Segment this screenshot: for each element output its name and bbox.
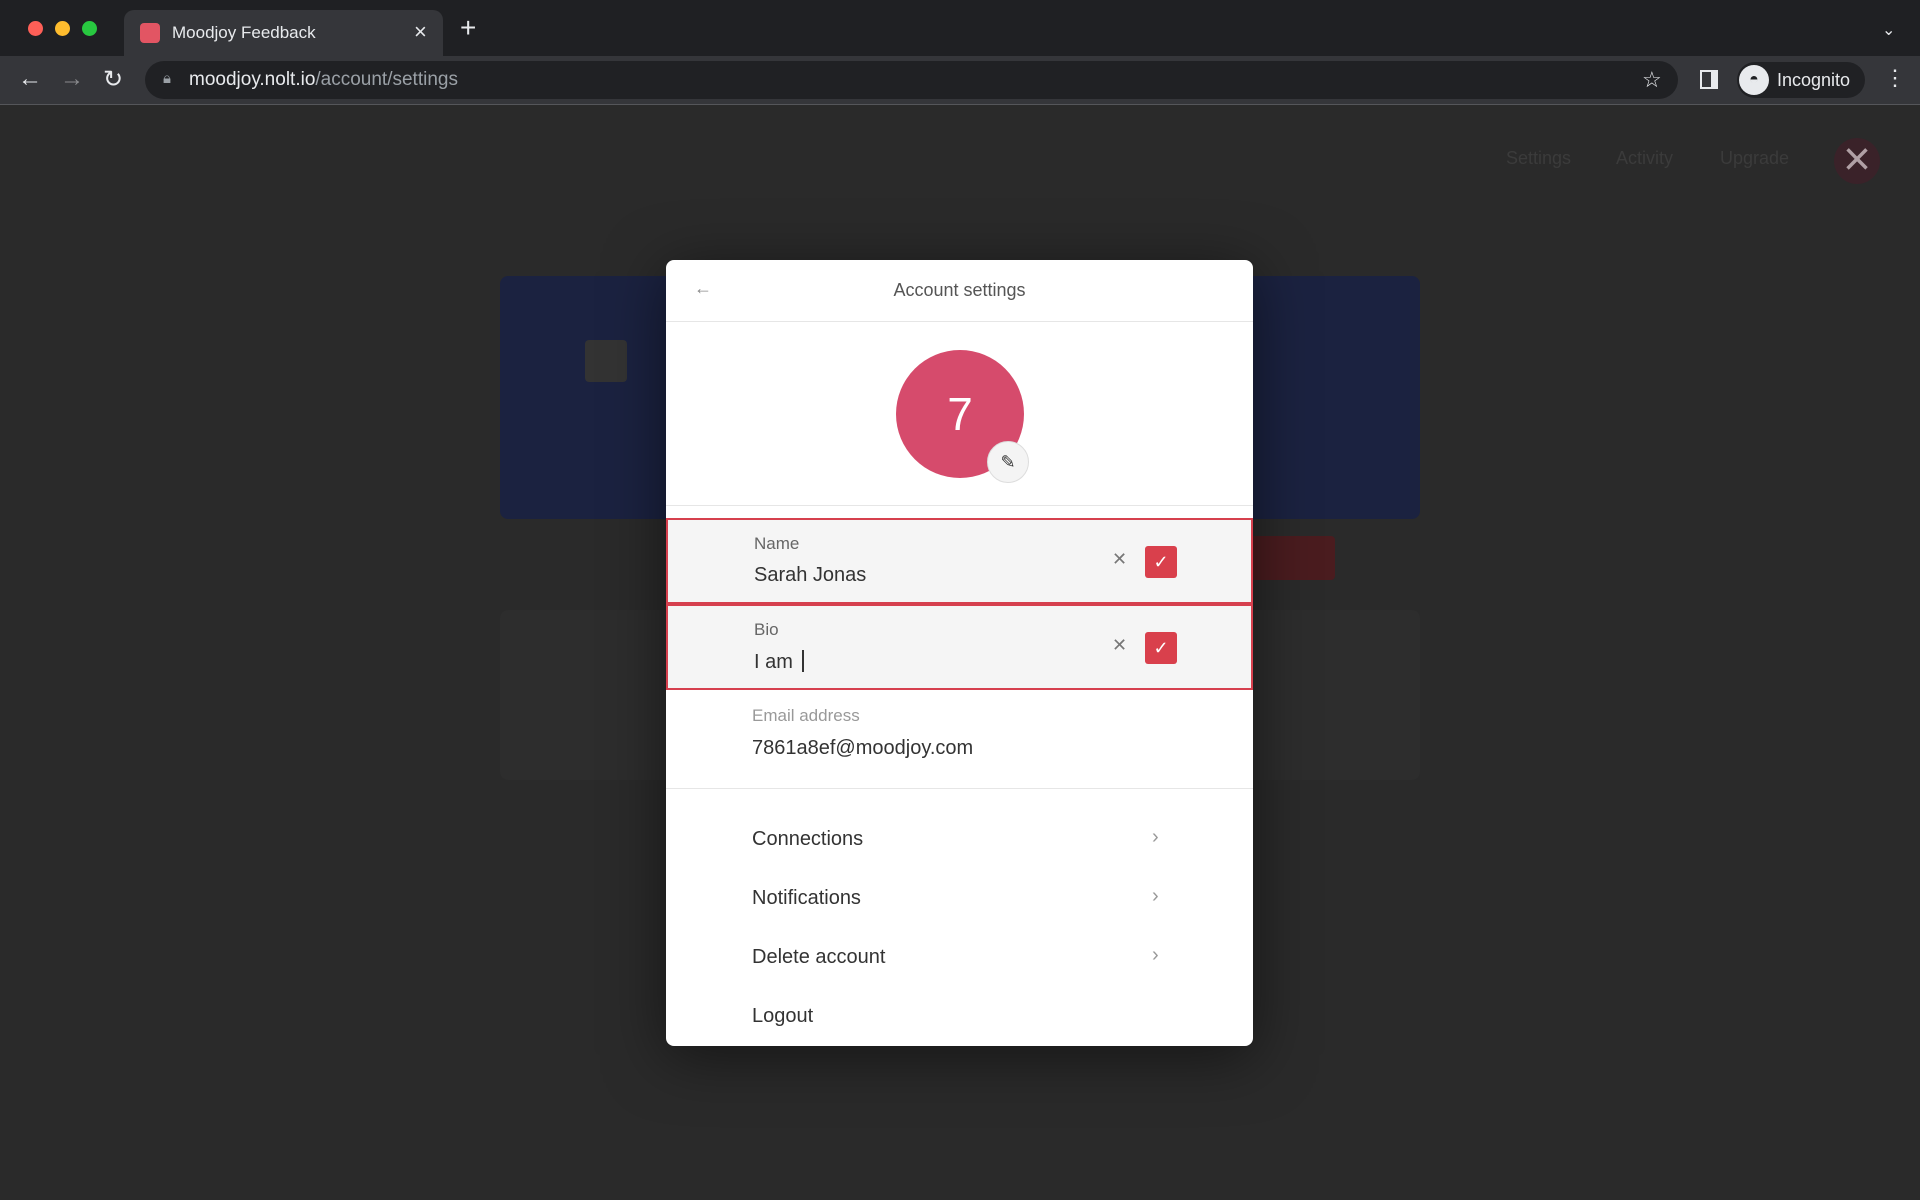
bio-clear-icon[interactable]: ✕ (1112, 635, 1127, 656)
text-caret (802, 650, 804, 672)
tab-title: Moodjoy Feedback (172, 23, 316, 42)
tab-bar: Moodjoy Feedback × + ⌄ (0, 0, 1920, 56)
menu-item-delete-account[interactable]: Delete account › (666, 932, 1253, 982)
reload-icon[interactable]: ↻ (103, 65, 123, 94)
menu-item-label: Delete account (752, 946, 886, 968)
menu-item-notifications[interactable]: Notifications › (666, 873, 1253, 923)
board-logo (585, 340, 627, 382)
url-domain: moodjoy.nolt.io (189, 69, 316, 90)
bio-input-wrap[interactable]: I am (754, 650, 804, 674)
chevron-right-icon: › (1152, 944, 1159, 966)
menu-item-label: Connections (752, 828, 864, 850)
modal-header: ← Account settings (666, 260, 1253, 322)
menu-item-label: Logout (752, 1005, 814, 1027)
email-value: 7861a8ef@moodjoy.com (752, 737, 974, 759)
forward-icon[interactable]: → (60, 65, 84, 93)
nav-upgrade[interactable]: Upgrade (1720, 148, 1789, 169)
side-panel-icon[interactable] (1700, 70, 1718, 89)
browser-tab[interactable]: Moodjoy Feedback × (124, 10, 443, 56)
tab-close-icon[interactable]: × (414, 19, 427, 45)
minimize-window-button[interactable] (55, 21, 70, 36)
bio-field[interactable]: Bio I am ✕ ✓ (666, 604, 1253, 690)
incognito-profile-button[interactable]: ◓ Incognito (1737, 62, 1865, 98)
name-save-check-icon[interactable]: ✓ (1145, 546, 1177, 578)
email-label: Email address (752, 706, 860, 725)
bio-input[interactable]: I am (754, 651, 798, 673)
name-input[interactable]: Sarah Jonas (754, 564, 866, 587)
lock-icon: 🔒︎ (163, 70, 171, 87)
address-bar[interactable]: 🔒︎ moodjoy.nolt.io/account/settings ☆ (145, 61, 1678, 99)
menu-item-logout[interactable]: Logout (666, 991, 1253, 1041)
account-settings-modal: ← Account settings 7 ✎ Name Sarah Jonas … (666, 260, 1253, 1046)
divider (666, 788, 1253, 789)
incognito-icon: ◓ (1739, 65, 1769, 95)
nav-settings[interactable]: Settings (1506, 148, 1571, 169)
browser-toolbar: ← → ↻ 🔒︎ moodjoy.nolt.io/account/setting… (0, 56, 1920, 105)
name-clear-icon[interactable]: ✕ (1112, 549, 1127, 570)
favicon-icon (140, 23, 160, 43)
name-field[interactable]: Name Sarah Jonas ✕ ✓ (666, 518, 1253, 604)
new-tab-icon[interactable]: + (460, 14, 476, 42)
bio-save-check-icon[interactable]: ✓ (1145, 632, 1177, 664)
modal-title: Account settings (893, 280, 1026, 300)
name-label: Name (754, 534, 800, 553)
divider (666, 505, 1253, 506)
menu-item-label: Notifications (752, 887, 861, 909)
chevron-right-icon: › (1152, 826, 1159, 848)
edit-avatar-pencil-icon[interactable]: ✎ (987, 441, 1029, 483)
tab-search-chevron-icon[interactable]: ⌄ (1882, 20, 1895, 40)
bookmark-star-icon[interactable]: ☆ (1642, 67, 1662, 93)
more-menu-icon[interactable]: ⋮ (1884, 65, 1906, 91)
url-path: /account/settings (315, 69, 458, 90)
close-overlay-icon[interactable]: × (1834, 136, 1880, 184)
chevron-right-icon: › (1152, 885, 1159, 907)
maximize-window-button[interactable] (82, 21, 97, 36)
bio-label: Bio (754, 620, 779, 639)
profile-label: Incognito (1777, 70, 1851, 90)
close-window-button[interactable] (28, 21, 43, 36)
url-text: moodjoy.nolt.io/account/settings (189, 69, 458, 91)
nav-activity[interactable]: Activity (1616, 148, 1673, 169)
menu-item-connections[interactable]: Connections › (666, 814, 1253, 864)
back-icon[interactable]: ← (18, 65, 42, 93)
